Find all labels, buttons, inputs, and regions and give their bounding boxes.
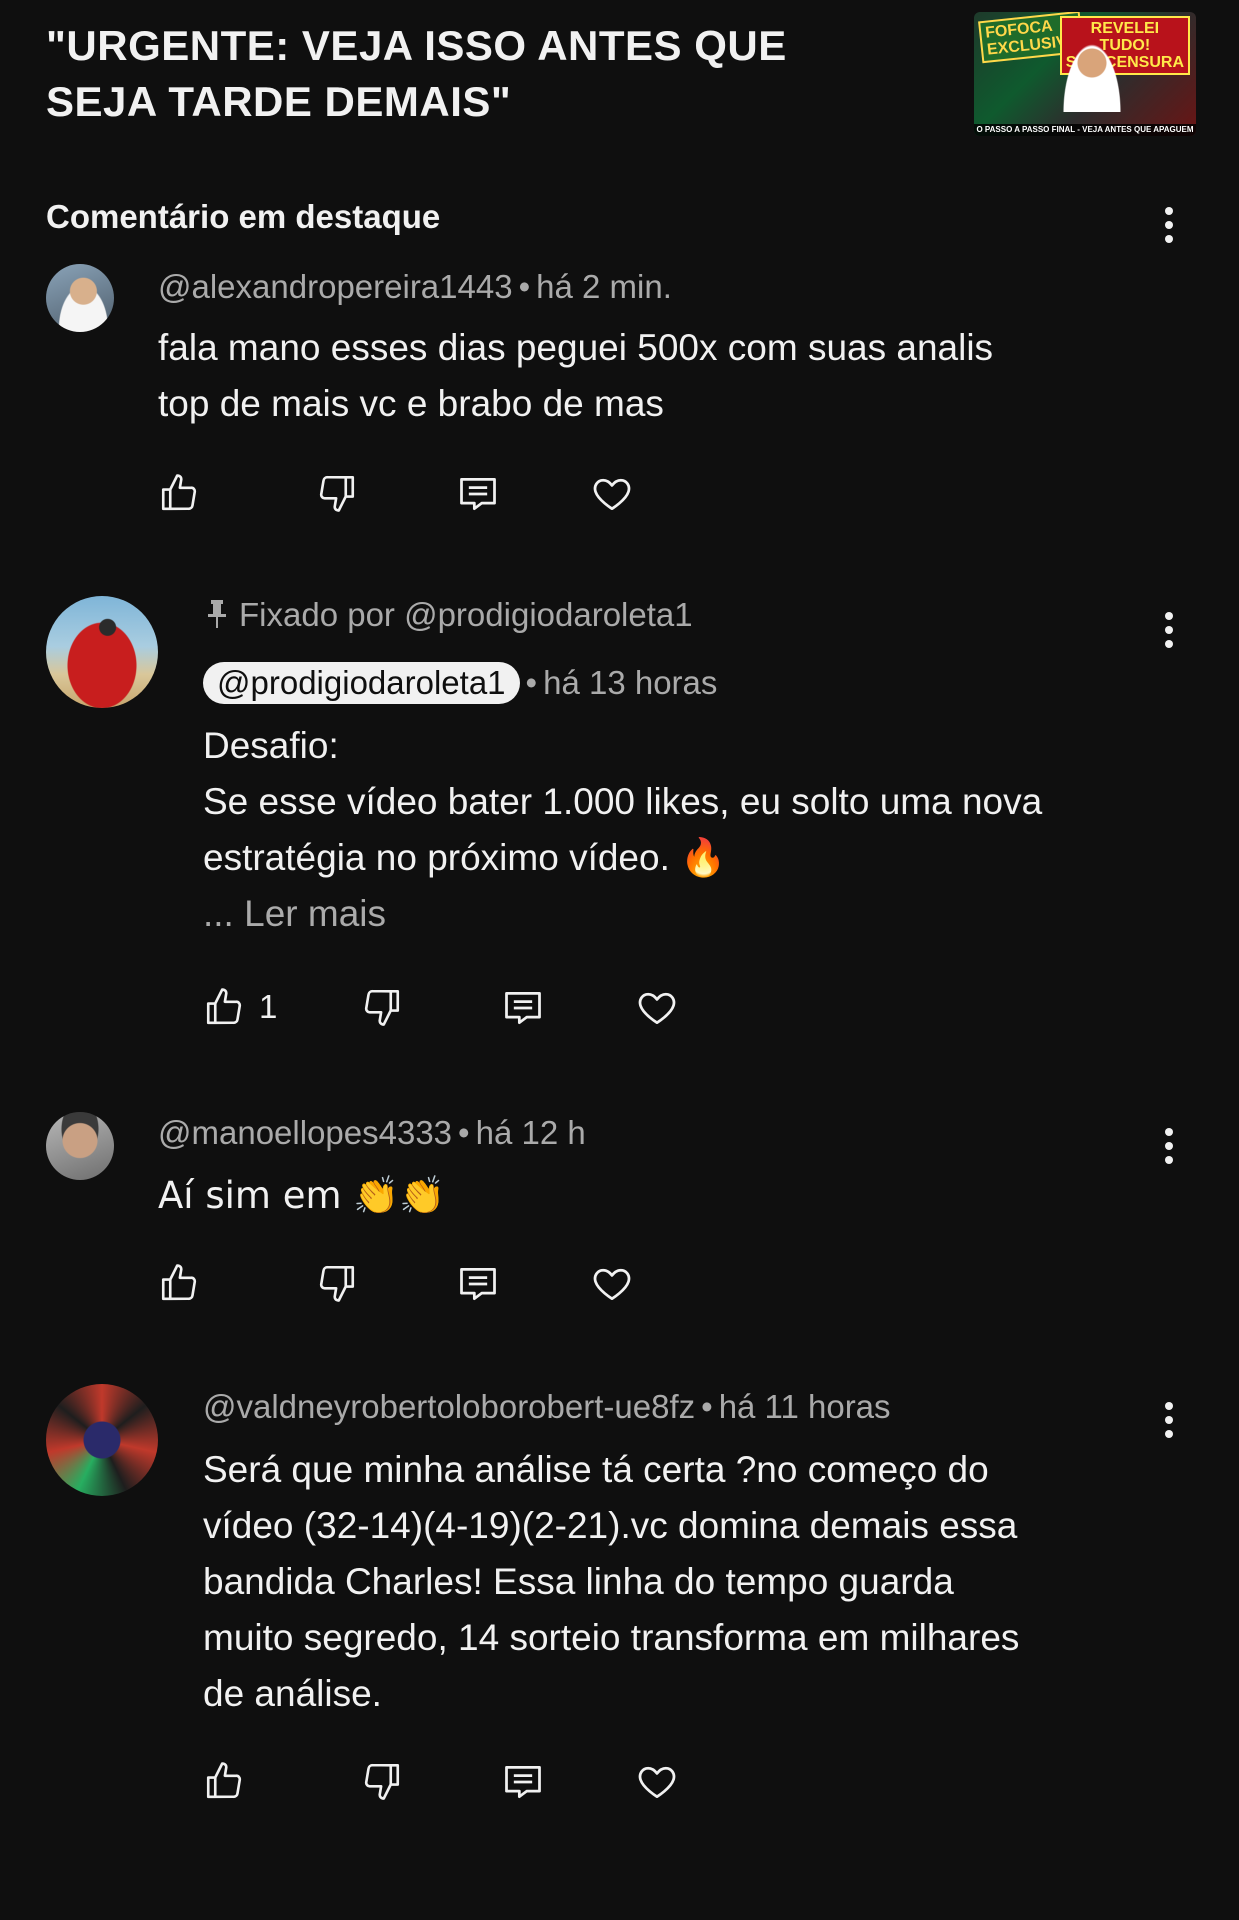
like-button[interactable]: [203, 1760, 259, 1802]
heart-icon: [593, 478, 631, 511]
like-count: 1: [259, 988, 278, 1025]
more-vertical-icon[interactable]: [1157, 1402, 1181, 1446]
more-vertical-icon[interactable]: [1157, 612, 1181, 656]
heart-icon: [638, 1766, 676, 1799]
comment-actions: [203, 1760, 803, 1810]
heart-button[interactable]: [635, 1760, 679, 1804]
comment-time: há 11 horas: [718, 1388, 891, 1425]
video-title[interactable]: "URGENTE: VEJA ISSO ANTES QUE SEJA TARDE…: [46, 18, 946, 130]
section-title: Comentário em destaque: [46, 198, 441, 235]
thumbs-up-icon: [161, 1264, 197, 1301]
comment-author[interactable]: @alexandropereira1443: [158, 268, 513, 305]
comment-meta: @prodigiodaroleta1 • há 13 horas: [203, 662, 717, 704]
heart-button[interactable]: [590, 1262, 634, 1306]
comment-time: há 13 horas: [543, 664, 718, 701]
comment-author[interactable]: @valdneyrobertoloborobert-ue8fz: [203, 1388, 695, 1425]
reply-button[interactable]: [456, 472, 500, 516]
heart-icon: [638, 992, 676, 1025]
reply-comment-icon: [460, 477, 496, 511]
reply-button[interactable]: [501, 1760, 545, 1804]
thumbs-up-icon: [206, 1762, 242, 1799]
comment-time: há 12 h: [475, 1114, 586, 1151]
thumbnail-caption: O PASSO A PASSO FINAL - VEJA ANTES QUE A…: [974, 124, 1196, 136]
more-vertical-icon[interactable]: [1157, 1128, 1181, 1172]
pinned-text: Fixado por @prodigiodaroleta1: [239, 596, 693, 633]
heart-button[interactable]: [635, 986, 679, 1030]
comment-actions: [158, 1262, 758, 1312]
heart-button[interactable]: [590, 472, 634, 516]
comment-author[interactable]: @manoellopes4333: [158, 1114, 452, 1151]
avatar[interactable]: [46, 1112, 114, 1180]
avatar[interactable]: [46, 1384, 158, 1496]
reply-button[interactable]: [456, 1262, 500, 1306]
comment-text: Será que minha análise tá certa ?no come…: [203, 1449, 1020, 1714]
like-button[interactable]: 1: [203, 986, 277, 1028]
comment-meta: @manoellopes4333 • há 12 h: [158, 1114, 586, 1151]
more-vertical-icon[interactable]: [1157, 207, 1181, 251]
read-more-link[interactable]: ... Ler mais: [203, 886, 386, 942]
comment-text: Aí sim em 👏👏: [158, 1174, 446, 1217]
reply-button[interactable]: [501, 986, 545, 1030]
video-thumbnail[interactable]: FOFOCA EXCLUSIVA REVELEI TUDO! SEM CENSU…: [974, 12, 1196, 136]
dislike-button[interactable]: [316, 472, 358, 514]
comment-meta: @alexandropereira1443 • há 2 min.: [158, 268, 672, 305]
comment-actions: [158, 472, 758, 522]
reply-comment-icon: [460, 1267, 496, 1301]
comment-meta: @valdneyrobertoloborobert-ue8fz • há 11 ho…: [203, 1388, 891, 1425]
comment-text: Desafio: Se esse vídeo bater 1.000 likes…: [203, 725, 1043, 878]
avatar[interactable]: [46, 596, 158, 708]
dislike-button[interactable]: [316, 1262, 358, 1304]
comment-actions: 1: [203, 986, 803, 1036]
comment-author-chip[interactable]: @prodigiodaroleta1: [203, 662, 520, 704]
thumbs-down-icon: [319, 1265, 355, 1302]
thumbs-up-icon: [161, 474, 197, 511]
video-header: "URGENTE: VEJA ISSO ANTES QUE SEJA TARDE…: [46, 18, 946, 130]
thumbnail-person: [1062, 42, 1122, 112]
heart-icon: [593, 1268, 631, 1301]
pin-icon: [208, 600, 226, 628]
reply-comment-icon: [505, 991, 541, 1025]
dislike-button[interactable]: [361, 1760, 403, 1802]
avatar[interactable]: [46, 264, 114, 332]
pinned-label: Fixado por @prodigiodaroleta1: [205, 596, 693, 634]
thumbs-down-icon: [364, 989, 400, 1026]
thumbs-down-icon: [364, 1763, 400, 1800]
like-button[interactable]: [158, 472, 214, 514]
thumbs-up-icon: [206, 988, 242, 1025]
like-button[interactable]: [158, 1262, 214, 1304]
thumbs-down-icon: [319, 475, 355, 512]
comment-time: há 2 min.: [536, 268, 672, 305]
dislike-button[interactable]: [361, 986, 403, 1028]
reply-comment-icon: [505, 1765, 541, 1799]
comment-text: fala mano esses dias peguei 500x com sua…: [158, 327, 994, 424]
